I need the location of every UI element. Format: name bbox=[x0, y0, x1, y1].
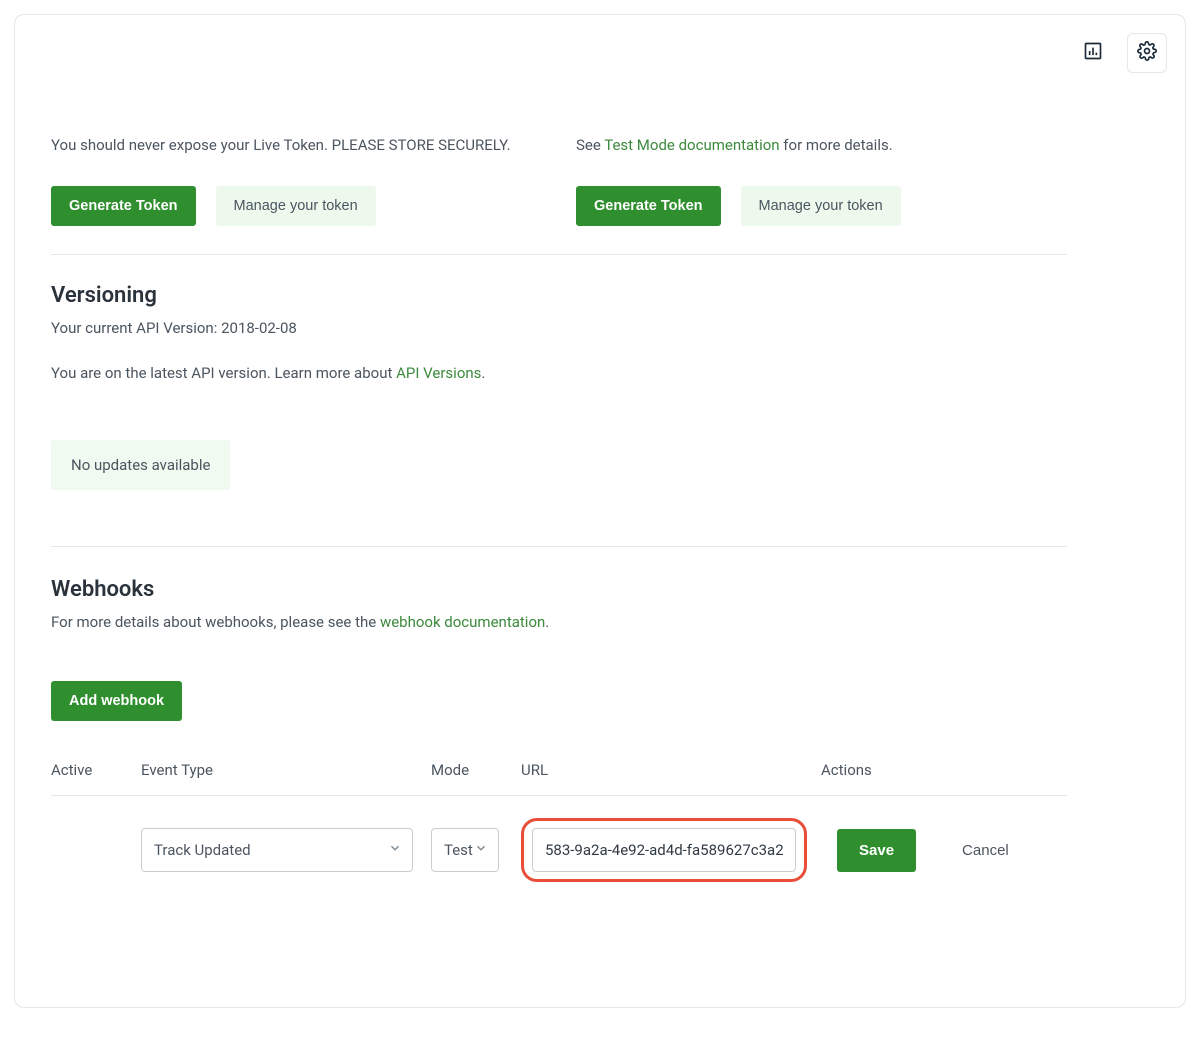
wd-prefix: For more details about webhooks, please … bbox=[51, 613, 380, 631]
webhooks-desc: For more details about webhooks, please … bbox=[51, 612, 1067, 633]
webhook-docs-link[interactable]: webhook documentation bbox=[380, 613, 545, 631]
save-button[interactable]: Save bbox=[837, 829, 916, 872]
generate-live-token-button[interactable]: Generate Token bbox=[51, 186, 196, 226]
live-token-buttons: Generate Token Manage your token bbox=[51, 186, 542, 226]
manage-test-token-button[interactable]: Manage your token bbox=[741, 186, 901, 226]
versioning-current: Your current API Version: 2018-02-08 bbox=[51, 318, 1067, 339]
event-type-value: Track Updated bbox=[154, 841, 251, 859]
divider bbox=[51, 546, 1067, 547]
event-type-select[interactable]: Track Updated bbox=[141, 828, 413, 872]
top-icon-bar bbox=[1073, 33, 1167, 73]
gear-icon bbox=[1137, 41, 1157, 65]
cell-event-type: Track Updated bbox=[141, 828, 431, 872]
settings-icon-button[interactable] bbox=[1127, 33, 1167, 73]
vl-suffix: . bbox=[481, 364, 485, 382]
token-section: You should never expose your Live Token.… bbox=[51, 135, 1067, 226]
th-actions: Actions bbox=[821, 761, 1067, 779]
th-active: Active bbox=[51, 761, 141, 779]
no-updates-wrap: No updates available bbox=[51, 440, 1067, 490]
wd-suffix: . bbox=[545, 613, 549, 631]
webhooks-table-header: Active Event Type Mode URL Actions bbox=[51, 747, 1067, 796]
api-version-value: 2018-02-08 bbox=[221, 319, 297, 337]
api-versions-link[interactable]: API Versions bbox=[396, 364, 481, 382]
manage-live-token-button[interactable]: Manage your token bbox=[216, 186, 376, 226]
chevron-down-icon bbox=[388, 841, 402, 859]
chart-icon bbox=[1083, 41, 1103, 65]
live-token-desc: You should never expose your Live Token.… bbox=[51, 135, 542, 156]
th-event-type: Event Type bbox=[141, 761, 431, 779]
th-mode: Mode bbox=[431, 761, 521, 779]
versioning-latest: You are on the latest API version. Learn… bbox=[51, 363, 1067, 384]
cell-url bbox=[521, 818, 821, 882]
th-url: URL bbox=[521, 761, 821, 779]
cell-actions: Save Cancel bbox=[821, 829, 1067, 872]
add-webhook-button[interactable]: Add webhook bbox=[51, 681, 182, 721]
versioning-title: Versioning bbox=[51, 283, 1067, 308]
generate-test-token-button[interactable]: Generate Token bbox=[576, 186, 721, 226]
mode-select[interactable]: Test bbox=[431, 828, 499, 872]
live-token-col: You should never expose your Live Token.… bbox=[51, 135, 542, 226]
test-token-buttons: Generate Token Manage your token bbox=[576, 186, 1067, 226]
test-token-col: See Test Mode documentation for more det… bbox=[576, 135, 1067, 226]
webhook-url-input[interactable] bbox=[532, 828, 796, 872]
vc-prefix: Your current API Version: bbox=[51, 319, 221, 337]
cell-mode: Test bbox=[431, 828, 521, 872]
test-token-desc: See Test Mode documentation for more det… bbox=[576, 135, 1067, 156]
vl-prefix: You are on the latest API version. Learn… bbox=[51, 364, 396, 382]
test-mode-docs-link[interactable]: Test Mode documentation bbox=[604, 136, 779, 154]
mode-value: Test bbox=[444, 841, 473, 859]
webhook-row: Track Updated Test Save bbox=[51, 796, 1067, 882]
desc-suffix: for more details. bbox=[780, 136, 893, 154]
content: You should never expose your Live Token.… bbox=[29, 135, 1089, 942]
chevron-down-icon bbox=[474, 841, 488, 859]
cancel-button[interactable]: Cancel bbox=[948, 832, 1023, 869]
chart-icon-button[interactable] bbox=[1073, 33, 1113, 73]
scroll-container[interactable]: You should never expose your Live Token.… bbox=[29, 135, 1171, 991]
divider bbox=[51, 254, 1067, 255]
add-webhook-wrap: Add webhook bbox=[51, 681, 1067, 721]
desc-prefix: See bbox=[576, 136, 604, 154]
webhooks-title: Webhooks bbox=[51, 577, 1067, 602]
no-updates-status: No updates available bbox=[51, 440, 230, 490]
app-card: You should never expose your Live Token.… bbox=[14, 14, 1186, 1008]
url-highlight-ring bbox=[521, 818, 807, 882]
